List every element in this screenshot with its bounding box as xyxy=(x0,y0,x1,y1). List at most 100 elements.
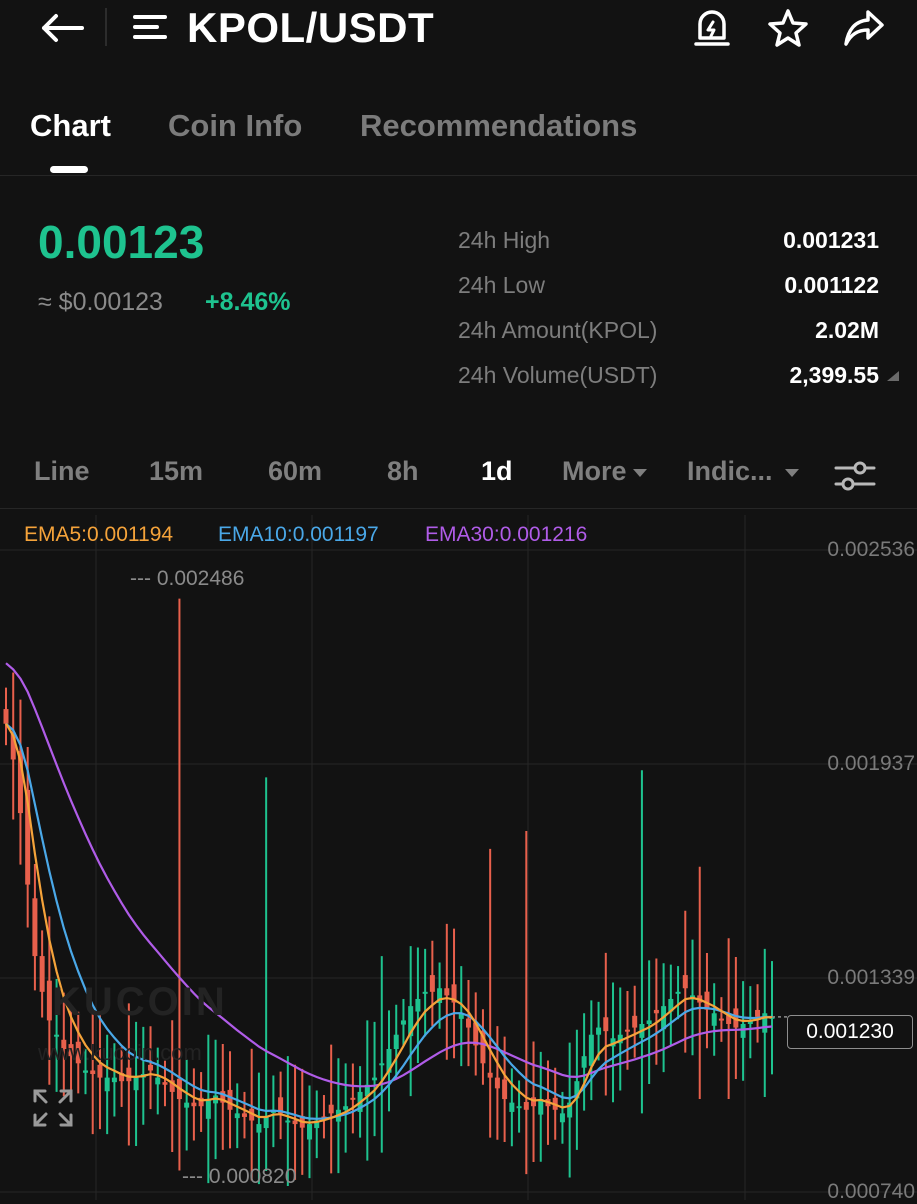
candle-body xyxy=(711,1013,717,1026)
stat-value-24h-volume: 2,399.55 xyxy=(789,362,879,388)
interval-8h[interactable]: 8h xyxy=(387,456,419,487)
candle-body xyxy=(502,1079,508,1100)
interval-line[interactable]: Line xyxy=(34,456,90,487)
tab-chart[interactable]: Chart xyxy=(30,108,111,144)
candle-body xyxy=(755,1009,761,1017)
candle-body xyxy=(718,1018,724,1021)
candle-body xyxy=(509,1102,515,1112)
menu-lines-icon[interactable] xyxy=(130,10,170,44)
interval-60m[interactable]: 60m xyxy=(268,456,322,487)
candle-body xyxy=(646,1020,652,1024)
candle-body xyxy=(465,1018,471,1028)
stat-label-24h-low: 24h Low xyxy=(458,272,545,298)
stat-value-24h-amount: 2.02M xyxy=(815,317,879,343)
tab-recommendations[interactable]: Recommendations xyxy=(360,108,637,144)
active-tab-indicator xyxy=(50,166,88,173)
candle-body xyxy=(393,1034,399,1050)
y-axis-label: 0.001339 xyxy=(827,966,915,989)
triangle-corner-icon xyxy=(887,371,899,381)
interval-indicators[interactable]: Indic... xyxy=(687,456,799,487)
price-alert-icon[interactable] xyxy=(690,6,734,50)
back-arrow-icon[interactable] xyxy=(34,6,90,50)
ema10-legend: EMA10:0.001197 xyxy=(218,523,379,546)
max-price-marker: --- 0.002486 xyxy=(130,567,245,590)
top-bar: KPOL/USDT xyxy=(0,0,917,60)
ema5-legend: EMA5:0.001194 xyxy=(24,523,174,546)
ema30-legend: EMA30:0.001216 xyxy=(425,523,588,546)
candle-body xyxy=(32,898,38,957)
y-axis-label: 0.001937 xyxy=(827,752,915,775)
candle-body xyxy=(372,1077,378,1081)
price-change-percent: +8.46% xyxy=(205,288,291,316)
candle-body xyxy=(256,1124,262,1133)
candle-body xyxy=(350,1097,356,1100)
candle-body xyxy=(675,991,681,994)
stat-value-24h-high: 0.001231 xyxy=(783,227,879,253)
candle-body xyxy=(632,1015,638,1028)
candle-body xyxy=(653,1009,659,1014)
current-price-tag: 0.001230 xyxy=(787,1015,913,1049)
share-icon[interactable] xyxy=(840,6,888,50)
star-icon[interactable] xyxy=(764,6,812,50)
usd-price: ≈ $0.00123 xyxy=(38,288,163,316)
candle-body xyxy=(191,1102,197,1107)
interval-more[interactable]: More xyxy=(562,456,647,487)
candle-body xyxy=(444,988,450,996)
candle-body xyxy=(400,1020,406,1025)
chart-settings-sliders-icon[interactable] xyxy=(832,454,878,498)
candle-body xyxy=(429,975,435,992)
stat-label-24h-high: 24h High xyxy=(458,227,551,253)
candle-body xyxy=(516,1106,522,1109)
candle-body xyxy=(523,1102,529,1110)
candle-body xyxy=(90,1070,96,1075)
last-price: 0.00123 xyxy=(38,216,205,268)
candle-body xyxy=(205,1099,211,1119)
candle-body xyxy=(292,1120,298,1125)
stat-label-24h-amount: 24h Amount(KPOL) xyxy=(458,317,658,343)
interval-15m[interactable]: 15m xyxy=(149,456,203,487)
candle-body xyxy=(682,975,688,989)
candle-body xyxy=(379,1063,385,1066)
candle-body xyxy=(494,1077,500,1089)
candle-body xyxy=(234,1113,240,1119)
stat-value-24h-low: 0.001122 xyxy=(784,272,879,298)
fullscreen-expand-icon[interactable] xyxy=(30,1086,76,1130)
candle-body xyxy=(126,1067,132,1082)
interval-indicators-label: Indic... xyxy=(687,456,773,486)
pair-title[interactable]: KPOL/USDT xyxy=(187,4,434,52)
candle-body xyxy=(155,1077,161,1085)
candle-body xyxy=(263,1116,269,1129)
candle-body xyxy=(97,1064,103,1078)
candle-body xyxy=(487,1072,493,1078)
interval-1d[interactable]: 1d xyxy=(481,456,513,487)
candle-body xyxy=(111,1077,117,1083)
candle-body xyxy=(559,1113,565,1123)
candle-body xyxy=(54,1034,60,1037)
candle-body xyxy=(343,1106,349,1110)
candle-body xyxy=(624,1029,630,1032)
candle-body xyxy=(227,1089,233,1110)
candle-body xyxy=(581,1056,587,1068)
candlestick-chart[interactable] xyxy=(0,515,917,1200)
header-divider xyxy=(105,8,107,46)
candle-body xyxy=(596,1027,602,1035)
y-axis-label: 0.000740 xyxy=(827,1180,915,1203)
chevron-down-icon xyxy=(784,468,799,477)
chevron-down-icon xyxy=(632,468,647,477)
watermark-url: www.kucoin.com xyxy=(38,1040,202,1065)
candle-body xyxy=(133,1077,139,1091)
candle-body xyxy=(588,1034,594,1066)
candle-body xyxy=(241,1113,247,1117)
y-axis-label: 0.002536 xyxy=(827,538,915,561)
watermark-brand: KUCOIN xyxy=(52,980,228,1024)
candle-body xyxy=(415,998,421,1012)
candle-body xyxy=(162,1082,168,1085)
candle-body xyxy=(603,1017,609,1032)
candle-body xyxy=(328,1104,334,1114)
tab-coin-info[interactable]: Coin Info xyxy=(168,108,302,144)
interval-bar: Line 15m 60m 8h 1d More Indic... xyxy=(0,448,917,509)
candle-body xyxy=(285,1120,291,1123)
candle-body xyxy=(740,1023,746,1038)
interval-more-label: More xyxy=(562,456,627,486)
candle-body xyxy=(184,1102,190,1108)
